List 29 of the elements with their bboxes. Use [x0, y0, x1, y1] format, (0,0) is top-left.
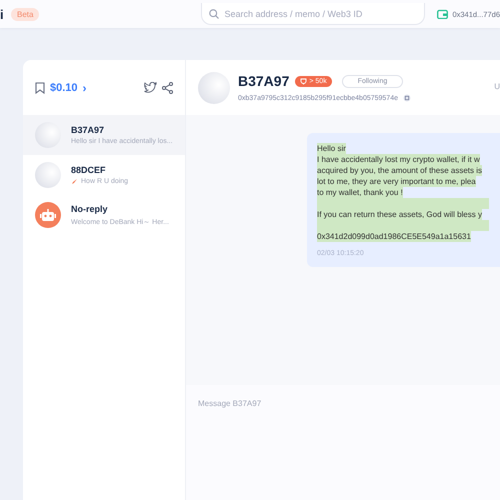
message-text: If you can return these assets, God will bless y: [317, 209, 482, 220]
avatar: [198, 72, 230, 104]
header-text: U: [494, 82, 500, 91]
contact-name: 88DCEF: [71, 165, 107, 175]
message-text: I have accidentally lost my crypto wallet, if it w: [317, 154, 480, 165]
message-text: to my wallet, thank you !: [317, 187, 403, 198]
message-text: acquired by you, the amount of these assets is: [317, 165, 482, 176]
trophy-icon: [300, 78, 308, 84]
bookmark-icon: [35, 82, 45, 94]
chevron-icon[interactable]: ›: [82, 80, 87, 94]
robot-icon: [40, 208, 56, 222]
contact-name: B37A97: [71, 125, 106, 135]
beta-badge: Beta: [10, 8, 40, 20]
copy-icon[interactable]: [403, 94, 411, 102]
user-name: B37A97: [238, 73, 290, 89]
message-text: lot to me, they are very important to me, plea: [317, 176, 476, 187]
bird-icon[interactable]: [144, 82, 157, 93]
search-icon: [209, 9, 220, 19]
avatar: [35, 162, 61, 188]
contact-name: No-reply: [71, 204, 109, 214]
message-text: 0x341d2d099d0ad1986CE5E549a1a15631: [317, 231, 471, 242]
message-text: Hello sir: [317, 143, 346, 154]
logo-text: i: [0, 6, 5, 22]
avatar: [35, 122, 61, 148]
message-input[interactable]: Message B37A97: [186, 385, 500, 500]
wallet-icon: [437, 9, 448, 19]
balance-link[interactable]: $0.10: [50, 82, 78, 94]
search-field[interactable]: Search address / memo / Web3 ID: [201, 3, 426, 25]
share-icon[interactable]: [162, 82, 173, 94]
